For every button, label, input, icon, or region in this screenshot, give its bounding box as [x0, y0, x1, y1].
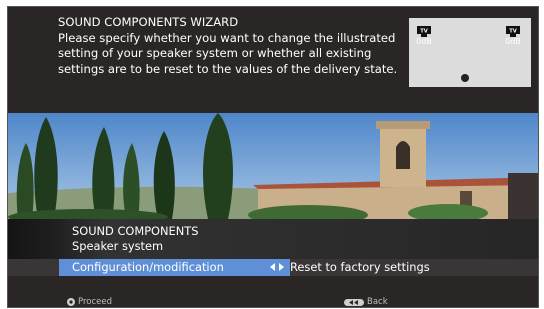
listener-position-dot	[461, 74, 469, 82]
back-button-icon	[344, 298, 364, 306]
background-photo	[8, 113, 538, 219]
footer-hints: Proceed Back	[8, 276, 538, 307]
back-label: Back	[367, 297, 388, 307]
ok-button-icon	[67, 298, 75, 306]
menu-info-panel: SOUND COMPONENTS Speaker system	[8, 219, 538, 259]
wizard-line-2: setting of your speaker system or whethe…	[58, 46, 372, 60]
tv-screen: SOUND COMPONENTS WIZARD Please specify w…	[7, 6, 539, 308]
menu-subtitle: Speaker system	[72, 239, 164, 253]
left-speaker-level: 0dB	[416, 37, 432, 46]
speaker-preview: TV 0dB TV 0dB	[409, 18, 531, 87]
wizard-title: SOUND COMPONENTS WIZARD	[58, 15, 239, 29]
proceed-hint[interactable]: Proceed	[67, 297, 112, 307]
option-configuration-modification[interactable]: Configuration/modification	[59, 259, 290, 276]
wizard-description: SOUND COMPONENTS WIZARD Please specify w…	[58, 15, 418, 77]
option-reset-factory-settings[interactable]: Reset to factory settings	[290, 260, 430, 275]
svg-text:TV: TV	[509, 28, 517, 34]
option-configuration-label: Configuration/modification	[72, 260, 224, 274]
menu-title: SOUND COMPONENTS	[72, 224, 199, 238]
tv-speaker-icon: TV	[417, 26, 431, 37]
options-row: Configuration/modification Reset to fact…	[8, 259, 538, 276]
tv-speaker-icon: TV	[506, 26, 520, 37]
wizard-line-1: Please specify whether you want to chang…	[58, 30, 396, 45]
right-speaker: TV 0dB	[503, 26, 523, 46]
right-speaker-level: 0dB	[505, 37, 521, 46]
wizard-line-3: settings are to be reset to the values o…	[58, 61, 398, 76]
proceed-label: Proceed	[78, 297, 113, 307]
left-speaker: TV 0dB	[414, 26, 434, 46]
left-right-arrows-icon	[270, 263, 284, 271]
back-hint[interactable]: Back	[344, 297, 388, 307]
svg-text:TV: TV	[420, 28, 428, 34]
